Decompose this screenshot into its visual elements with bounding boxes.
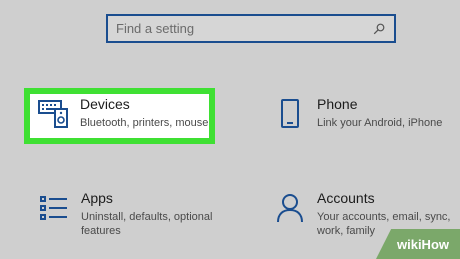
tile-devices-description: Bluetooth, printers, mouse	[80, 117, 209, 129]
apps-icon	[36, 190, 72, 226]
watermark-text: wikiHow	[396, 236, 449, 252]
search-input[interactable]: Find a setting	[106, 14, 396, 43]
settings-page: Find a setting Devices Bluetooth, printe…	[0, 0, 460, 259]
tile-apps-description: Uninstall, defaults, optional features	[81, 210, 212, 238]
tile-phone[interactable]: Phone Link your Android, iPhone	[272, 96, 442, 132]
devices-icon	[36, 96, 72, 132]
tile-apps[interactable]: Apps Uninstall, defaults, optional featu…	[36, 190, 212, 238]
phone-icon	[272, 96, 308, 132]
tile-accounts-title: Accounts	[317, 190, 375, 206]
tile-phone-title: Phone	[317, 96, 358, 112]
tile-phone-description: Link your Android, iPhone	[317, 117, 443, 129]
tile-apps-description-line: Uninstall, defaults, optional	[81, 211, 213, 223]
accounts-icon	[272, 190, 308, 226]
tile-devices[interactable]: Devices Bluetooth, printers, mouse	[36, 96, 208, 132]
tile-devices-title: Devices	[80, 96, 130, 112]
search-placeholder: Find a setting	[116, 21, 195, 36]
tile-apps-description-line: features	[81, 225, 121, 237]
search-icon[interactable]	[372, 22, 386, 36]
tile-apps-title: Apps	[81, 190, 113, 206]
tile-accounts-description-line: Your accounts, email, sync,	[317, 211, 451, 223]
